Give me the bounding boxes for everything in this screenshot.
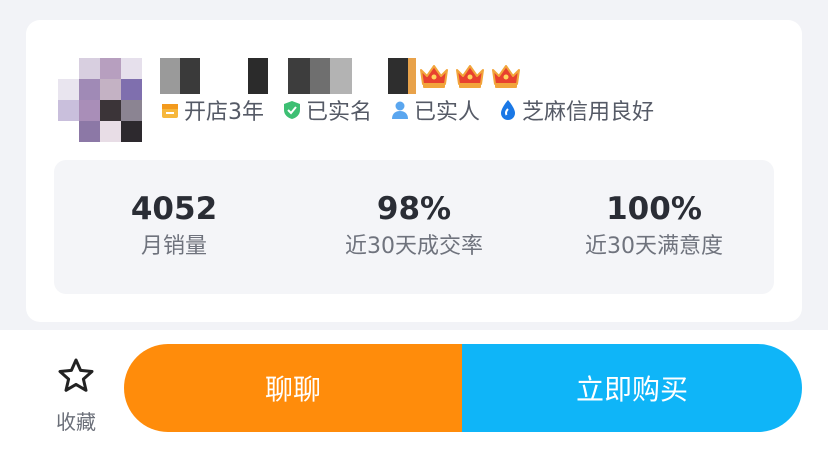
stat-label: 月销量 — [140, 234, 207, 259]
stat-label: 近30天满意度 — [585, 234, 723, 259]
badge-real-person: 已实人 — [390, 94, 480, 126]
badge-label: 开店3年 — [184, 100, 264, 125]
stat-label: 近30天成交率 — [345, 234, 483, 259]
stat-value: 98% — [376, 191, 452, 227]
stat-satisfaction: 100% 近30天满意度 — [534, 160, 774, 294]
seller-stats-panel: 4052 月销量 98% 近30天成交率 100% 近30天满意度 — [54, 160, 774, 294]
chat-button[interactable]: 聊聊 — [124, 344, 462, 432]
stat-value: 4052 — [130, 191, 218, 227]
badge-label: 已实人 — [414, 100, 481, 125]
seller-badges: 开店3年 已实名 已实人 芝麻信用良好 — [160, 94, 654, 126]
crown-icon — [454, 62, 486, 90]
seller-level-crowns — [418, 62, 522, 90]
stat-deal-rate: 98% 近30天成交率 — [294, 160, 534, 294]
buy-now-button[interactable]: 立即购买 — [462, 344, 802, 432]
seller-name-row — [160, 58, 522, 94]
seller-avatar[interactable] — [58, 58, 142, 142]
crown-icon — [418, 62, 450, 90]
badge-label: 已实名 — [306, 100, 373, 125]
stat-monthly-sales: 4052 月销量 — [54, 160, 294, 294]
bottom-action-bar: 收藏 聊聊 立即购买 — [0, 330, 828, 460]
shop-icon — [160, 100, 180, 120]
verified-check-icon — [282, 100, 302, 120]
person-icon — [390, 100, 410, 120]
favorite-label: 收藏 — [56, 410, 96, 434]
crown-icon — [490, 62, 522, 90]
seller-name-obscured — [160, 58, 416, 94]
action-buttons: 聊聊 立即购买 — [124, 344, 802, 432]
favorite-button[interactable]: 收藏 — [46, 356, 106, 436]
badge-shop-age: 开店3年 — [160, 94, 264, 126]
stat-value: 100% — [606, 191, 702, 227]
sesame-drop-icon — [498, 99, 518, 121]
badge-label: 芝麻信用良好 — [522, 100, 655, 125]
badge-real-name: 已实名 — [282, 94, 372, 126]
star-icon — [56, 356, 96, 400]
badge-sesame-credit: 芝麻信用良好 — [498, 94, 654, 126]
